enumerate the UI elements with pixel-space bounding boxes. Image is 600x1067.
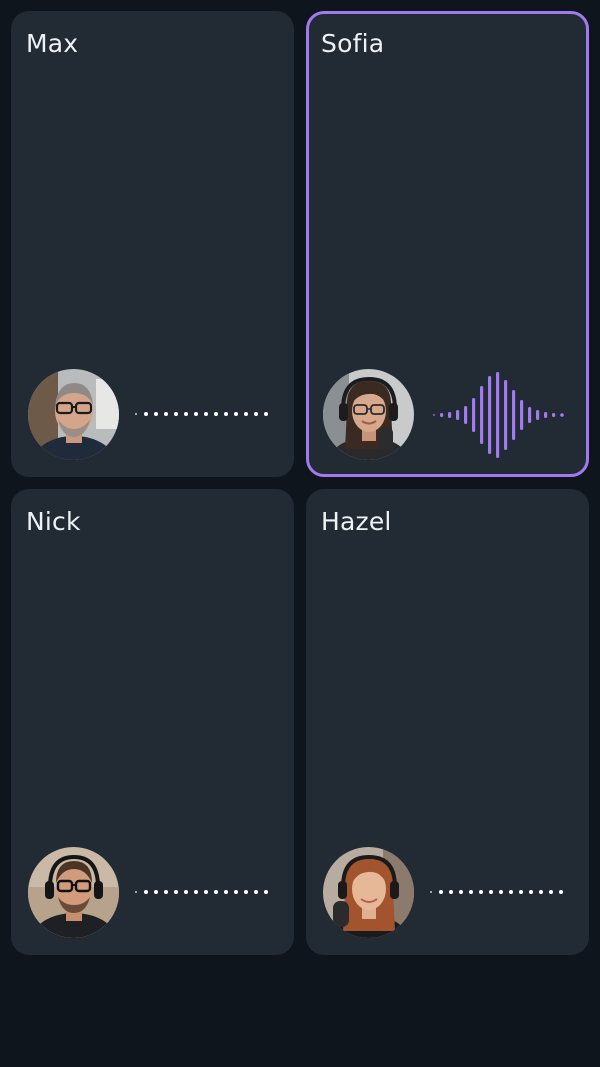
participant-tile-sofia[interactable]: Sofia	[306, 11, 589, 477]
participant-name: Max	[26, 29, 79, 58]
participant-tile-nick[interactable]: Nick	[11, 489, 294, 955]
avatar	[28, 369, 119, 460]
participant-tile-max[interactable]: Max	[11, 11, 294, 477]
audio-idle-indicator	[430, 890, 563, 894]
participant-tile-hazel[interactable]: Hazel	[306, 489, 589, 955]
avatar	[28, 847, 119, 938]
participant-name: Hazel	[321, 507, 392, 536]
audio-idle-indicator	[135, 412, 268, 416]
avatar	[323, 369, 414, 460]
audio-waveform-speaking-indicator	[433, 372, 564, 458]
participant-name: Nick	[26, 507, 81, 536]
participant-grid: Max Sofia Nick Hazel	[11, 11, 589, 955]
participant-name: Sofia	[321, 29, 385, 58]
avatar	[323, 847, 414, 938]
audio-idle-indicator	[135, 890, 268, 894]
